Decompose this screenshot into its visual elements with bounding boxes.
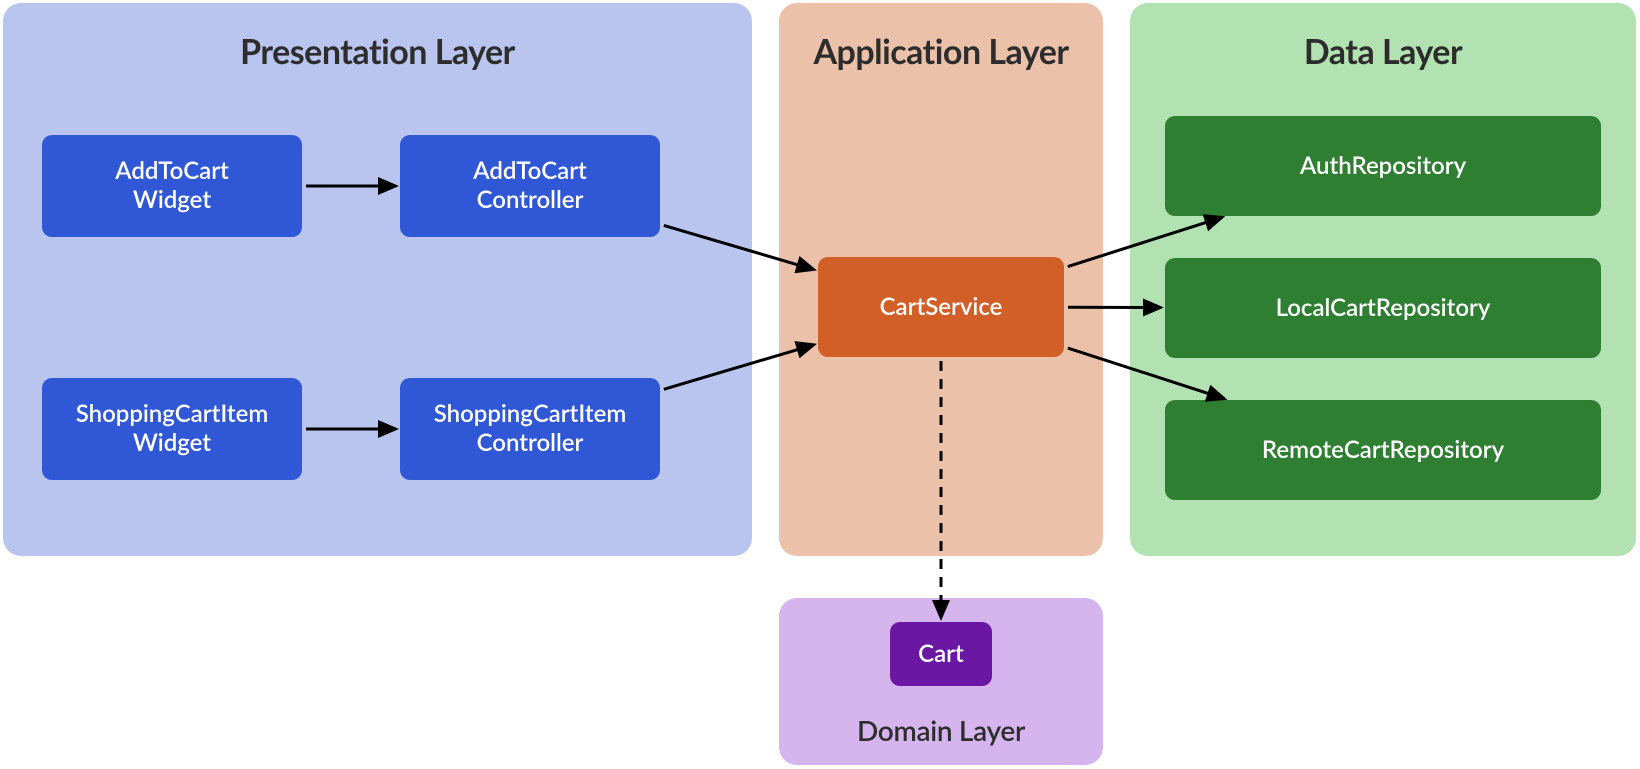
node-label: ShoppingCartItem Controller <box>434 400 627 458</box>
node-remote-cart-repository: RemoteCartRepository <box>1165 400 1601 500</box>
node-add-to-cart-widget: AddToCart Widget <box>42 135 302 237</box>
node-label: LocalCartRepository <box>1276 294 1491 323</box>
node-shopping-cart-item-controller: ShoppingCartItem Controller <box>400 378 660 480</box>
node-label: AuthRepository <box>1300 152 1466 181</box>
node-cart-service: CartService <box>818 257 1064 357</box>
node-shopping-cart-item-widget: ShoppingCartItem Widget <box>42 378 302 480</box>
node-label: AddToCart Widget <box>115 157 229 215</box>
node-label: ShoppingCartItem Widget <box>76 400 269 458</box>
node-local-cart-repository: LocalCartRepository <box>1165 258 1601 358</box>
application-layer-title: Application Layer <box>779 31 1103 72</box>
domain-layer-title: Domain Layer <box>779 713 1103 747</box>
architecture-diagram: { "layers": { "presentation": { "title":… <box>0 0 1640 769</box>
node-label: Cart <box>918 640 964 669</box>
presentation-layer-title: Presentation Layer <box>3 31 752 72</box>
node-cart: Cart <box>890 622 992 686</box>
data-layer-title: Data Layer <box>1130 31 1636 72</box>
node-label: AddToCart Controller <box>473 157 587 215</box>
node-add-to-cart-controller: AddToCart Controller <box>400 135 660 237</box>
node-label: CartService <box>880 293 1003 322</box>
node-label: RemoteCartRepository <box>1262 436 1504 465</box>
node-auth-repository: AuthRepository <box>1165 116 1601 216</box>
